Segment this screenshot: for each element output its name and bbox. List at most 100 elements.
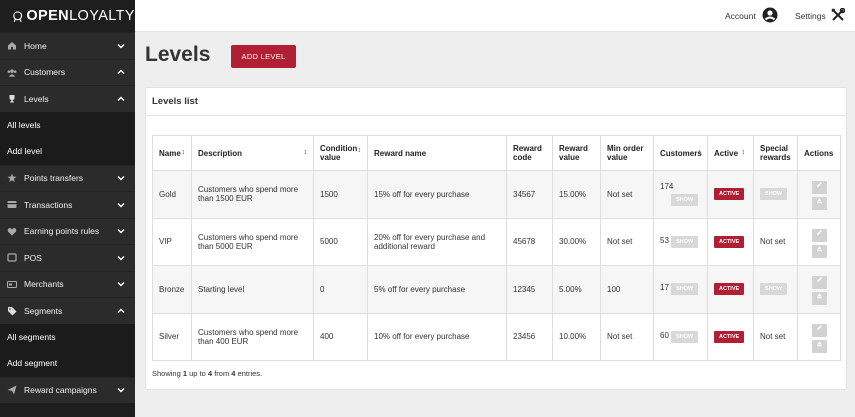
sidebar-item-transactions[interactable]: Transactions [0,191,135,218]
settings-tools-icon[interactable] [831,8,845,22]
account-link[interactable]: Account [725,11,756,21]
sidebar-item-reward-campaigns[interactable]: Reward campaigns [0,376,135,403]
chevron-down-icon [117,43,125,49]
show-customers-button[interactable]: SHOW [671,330,699,343]
levels-table: Name ↕ Description ↕ Condition value ↕ Rewa… [152,135,841,361]
cell-reward-code: 34567 [506,170,553,219]
settings-link[interactable]: Settings [795,11,826,21]
chevron-down-icon [117,255,125,261]
sidebar-item-add-segment[interactable]: Add segment [0,350,135,377]
sort-icon[interactable]: ↕ [182,149,186,156]
column-header-condition-value[interactable]: Condition value ↕ [313,135,368,171]
summary-from-label: from [214,369,230,378]
chevron-up-icon [117,69,125,75]
edit-button[interactable] [811,228,827,242]
sidebar-item-label: Transactions [24,199,73,210]
cell-active: ACTIVE [707,217,754,266]
column-label: Customers [660,148,702,158]
trophy-icon [7,94,17,104]
sidebar-item-earning-points-rules[interactable]: Earning points rules [0,217,135,244]
sort-icon[interactable]: ↕ [742,149,746,156]
sort-icon[interactable]: ↕ [304,149,308,156]
cell-actions [797,265,841,314]
column-label: Actions [804,148,834,158]
column-header-min-order-value: Min order value [600,135,654,171]
pencil-icon [816,182,822,188]
cell-actions [797,312,841,361]
show-customers-button[interactable]: SHOW [671,235,699,248]
sidebar-item-add-level[interactable]: Add level [0,138,135,165]
sidebar-item-merchants[interactable]: Merchants [0,270,135,297]
chevron-down-icon [117,229,125,234]
pencil-icon [816,229,822,235]
cell-reward-name: 10% off for every purchase [367,312,507,361]
cell-description: Starting level [191,265,314,314]
summary-total: 4 [231,369,236,378]
column-header-reward-code: Reward code [506,135,553,171]
sidebar-item-all-segments[interactable]: All segments [0,323,135,350]
levels-list-panel: Levels list Name ↕ Description ↕ Condition… [145,87,847,390]
active-badge: ACTIVE [714,235,745,248]
logo[interactable]: OPEN LOYALTY [0,0,135,32]
sidebar-item-label: Customers [24,67,66,78]
cell-reward-value: 30.00% [552,217,601,266]
pos-icon [7,253,17,263]
cell-special-rewards: Not set [753,312,798,361]
heart-icon [7,226,17,236]
cell-min-order: Not set [600,217,654,266]
column-header-description[interactable]: Description ↕ [191,135,314,171]
edit-button[interactable] [811,181,827,195]
view-button[interactable] [811,197,827,211]
column-header-name[interactable]: Name ↕ [152,135,192,171]
active-badge: ACTIVE [714,188,745,201]
cell-reward-name: 20% off for every purchase and additiona… [367,217,507,266]
show-customers-button[interactable]: SHOW [671,194,699,207]
edit-button[interactable] [811,323,827,337]
column-header-active[interactable]: Active ↕ [707,135,754,171]
sidebar-item-levels[interactable]: Levels [0,85,135,112]
sidebar-item-label: Home [24,40,47,51]
topbar: Account Settings [135,0,855,32]
edit-button[interactable] [811,276,827,290]
view-button[interactable] [811,339,827,353]
customers-count: 17 [660,283,669,293]
add-level-button[interactable]: ADD LEVEL [231,45,296,68]
chevron-up-icon [117,308,125,313]
chevron-down-icon [117,282,125,287]
cell-reward-code: 23456 [506,312,553,361]
show-customers-button[interactable]: SHOW [671,283,699,296]
cell-active: ACTIVE [707,312,754,361]
show-special-rewards-button[interactable]: SHOW [760,283,788,296]
show-special-rewards-button[interactable]: SHOW [760,188,788,201]
cell-name: Silver [152,312,192,361]
account-icon[interactable] [762,7,778,23]
cell-reward-name: 15% off for every purchase [367,170,507,219]
eject-icon [816,246,822,251]
view-button[interactable] [811,244,827,258]
summary-to: 4 [207,369,213,378]
sidebar-item-segments[interactable]: Segments [0,297,135,324]
cell-reward-code: 12345 [506,265,553,314]
transactions-icon [7,200,17,210]
cell-min-order: Not set [600,312,654,361]
sidebar-item-home[interactable]: Home [0,32,135,59]
sidebar-item-customers[interactable]: Customers [0,58,135,85]
cell-reward-name: 5% off for every purchase [367,265,507,314]
sort-icon[interactable]: ↕ [698,149,702,156]
active-badge: ACTIVE [714,330,745,343]
cell-actions [797,170,841,219]
customers-count: 53 [660,235,669,245]
column-header-special-rewards: Special rewards [753,135,798,171]
view-button[interactable] [811,292,827,306]
sidebar-item-pos[interactable]: POS [0,244,135,271]
sidebar-item-points-transfers[interactable]: Points transfers [0,164,135,191]
column-header-customers[interactable]: Customers ↕ [653,135,708,171]
logo-text: LOYALTY [69,8,135,24]
sort-icon[interactable]: ↕ [358,147,362,154]
column-label: Special rewards [760,144,791,162]
merchants-icon [7,279,17,289]
sidebar-item-label: Reward campaigns [24,385,97,396]
sidebar-item-all-levels[interactable]: All levels [0,111,135,138]
cell-special-rewards: SHOW [753,170,798,219]
cell-min-order: Not set [600,170,654,219]
